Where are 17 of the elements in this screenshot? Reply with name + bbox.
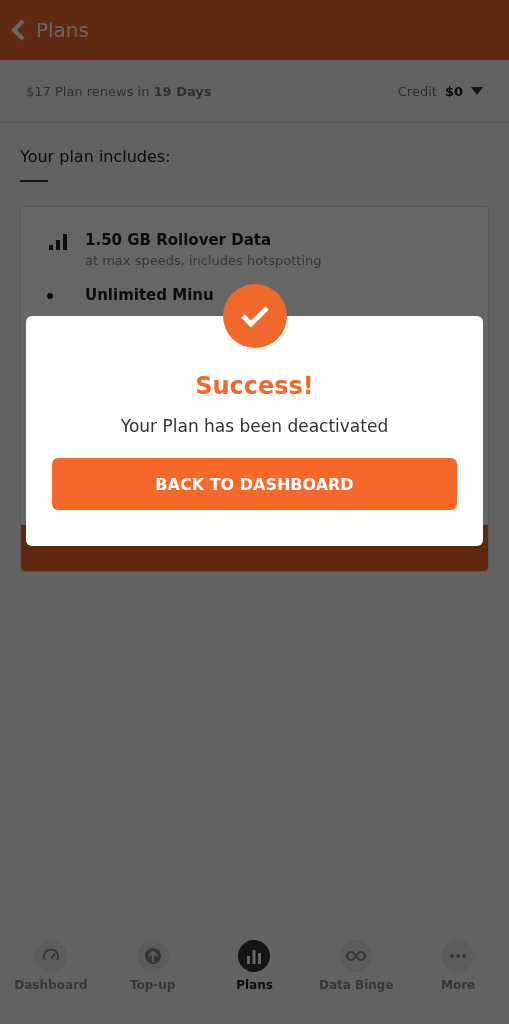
more-icon (449, 953, 468, 959)
dialog-title: Success! (195, 372, 314, 400)
back-icon[interactable] (10, 18, 26, 42)
signal-bars-icon (47, 231, 69, 251)
arrow-up-icon (143, 947, 162, 965)
dot-icon (47, 293, 53, 299)
feature-title: 1.50 GB Rollover Data (85, 231, 273, 249)
dialog-message: Your Plan has been deactivated (120, 416, 389, 436)
credit-value: $0 (444, 83, 463, 99)
infinity-icon (346, 950, 367, 962)
section-title: Your plan includes: (20, 147, 172, 166)
bar-chart-icon (246, 948, 263, 964)
dropdown-caret-icon[interactable] (471, 87, 483, 95)
tab-item[interactable]: Plans (206, 940, 303, 992)
feature-title: Unlimited Minu (85, 286, 214, 304)
back-to-dashboard-button[interactable]: BACK TO DASHBOARD (52, 458, 457, 510)
page-title: Plans (36, 18, 89, 42)
